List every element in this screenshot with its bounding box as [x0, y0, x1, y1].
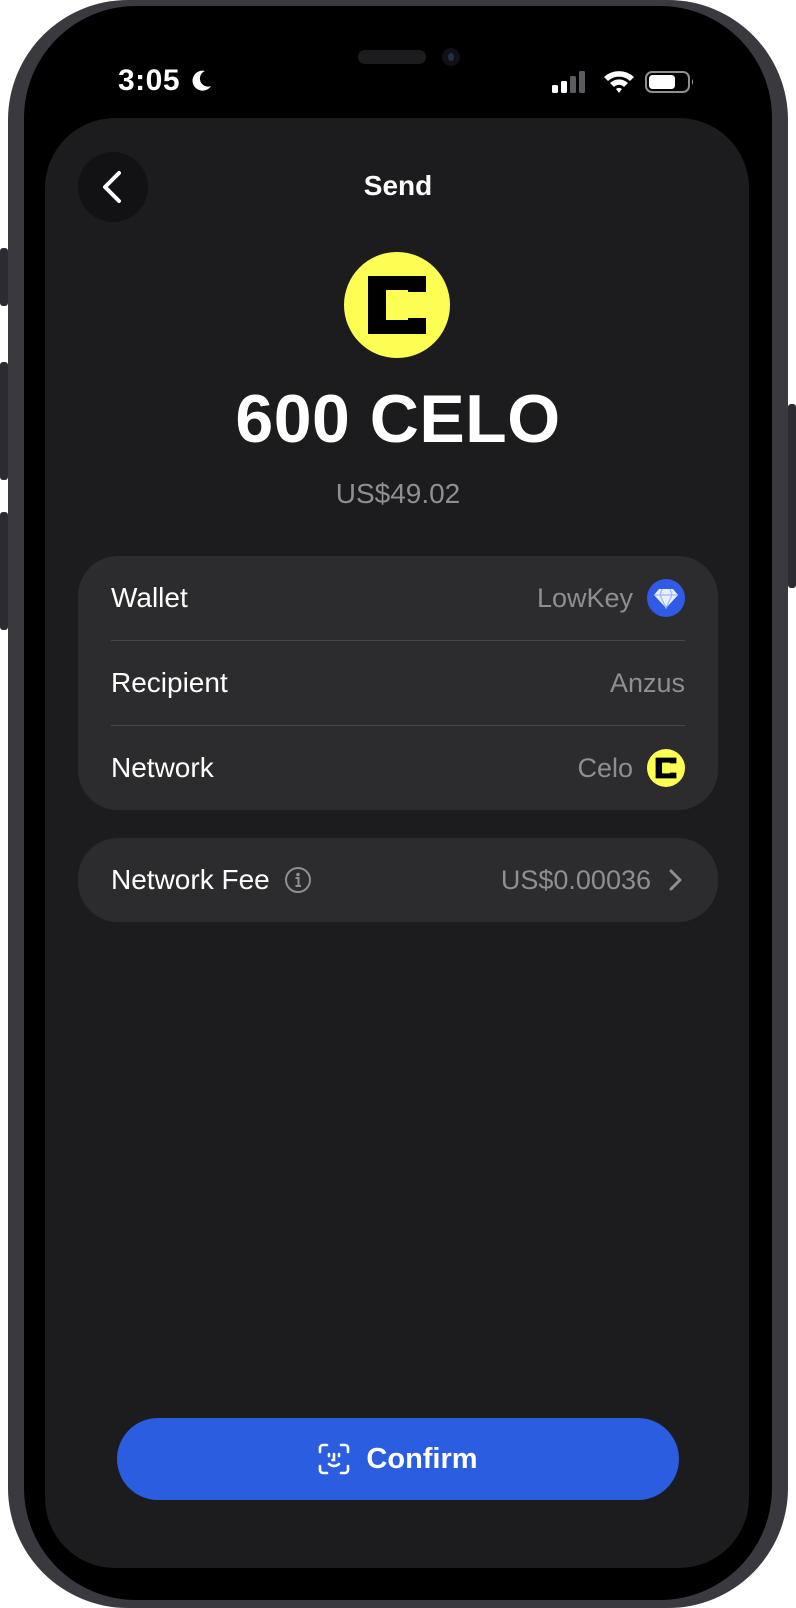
chevron-right-icon [669, 869, 682, 891]
recipient-row: Recipient Anzus [111, 641, 685, 725]
recipient-label: Recipient [111, 667, 228, 698]
moon-icon [192, 70, 211, 91]
info-icon[interactable] [284, 866, 312, 894]
confirm-button[interactable]: Confirm [117, 1418, 679, 1500]
network-value: Celo [577, 752, 633, 783]
network-row: Network Celo [111, 726, 685, 810]
send-amount: 600 CELO [235, 381, 561, 457]
wallet-value: LowKey [536, 582, 633, 613]
face-id-icon [319, 1443, 350, 1475]
recipient-value: Anzus [609, 667, 685, 698]
battery-icon [645, 71, 694, 93]
signal-icon [552, 71, 585, 93]
details-card: Wallet LowKey Recipient Anzus Network Ce… [78, 556, 718, 810]
wifi-icon [604, 71, 634, 93]
front-camera [442, 48, 460, 66]
volume-down-button [0, 512, 8, 630]
page-title: Send [363, 170, 433, 201]
action-button [0, 248, 8, 306]
celo-logo-icon [344, 252, 450, 358]
confirm-label: Confirm [366, 1442, 478, 1475]
diamond-icon [647, 579, 685, 617]
wallet-row: Wallet LowKey [111, 556, 685, 640]
fiat-value: US$49.02 [335, 478, 461, 509]
network-fee-card[interactable]: Network Fee US$0.00036 [78, 838, 718, 922]
speaker-slot [358, 50, 426, 64]
status-time: 3:05 [118, 64, 181, 97]
network-fee-value: US$0.00036 [500, 864, 651, 895]
wallet-label: Wallet [111, 582, 188, 613]
network-fee-row[interactable]: Network Fee US$0.00036 [111, 838, 685, 922]
network-fee-label: Network Fee [111, 864, 270, 895]
celo-network-icon [647, 749, 685, 787]
network-label: Network [111, 752, 214, 783]
